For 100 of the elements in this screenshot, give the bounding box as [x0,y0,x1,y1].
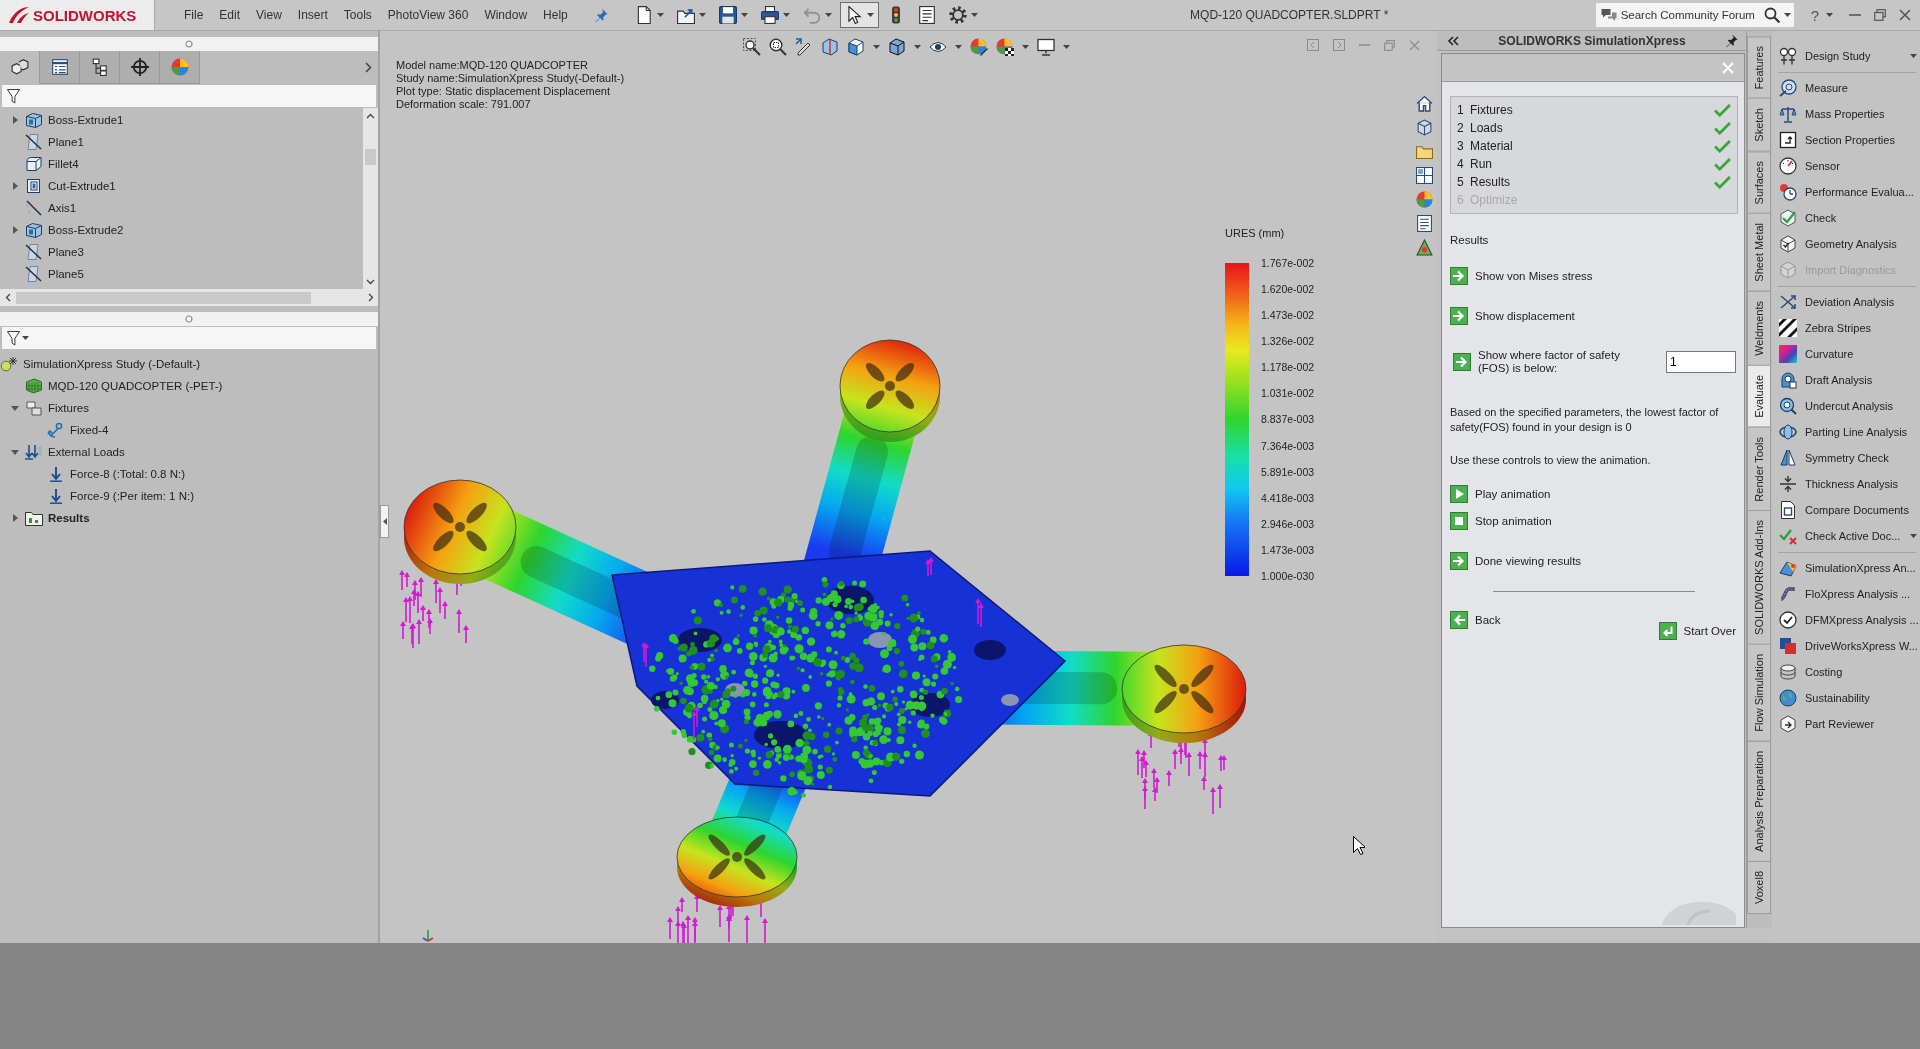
caret-icon[interactable] [955,45,962,49]
tree-item[interactable]: Cut-Extrude1 [5,175,116,197]
command-button[interactable]: Performance Evalua... [1772,179,1920,205]
command-button[interactable]: Measure [1772,75,1920,101]
shaded-cube-icon[interactable] [888,38,906,56]
vertical-scrollbar[interactable] [363,108,378,289]
scrollbar-thumb[interactable] [365,149,376,165]
panel-collapse-tab[interactable] [380,505,389,538]
folder-icon[interactable] [1415,143,1433,160]
menu-item[interactable]: Insert [289,5,336,25]
command-button[interactable]: Sustainability [1772,685,1920,711]
select-button[interactable] [839,2,879,28]
command-button[interactable]: Deviation Analysis [1772,289,1920,315]
caret-icon[interactable] [1063,45,1070,49]
tree-item[interactable]: Force-9 (:Per item: 1 N:) [27,485,194,507]
tree-item[interactable]: External Loads [5,441,125,463]
tree-item[interactable]: Plane1 [5,131,84,153]
horizontal-scrollbar[interactable] [0,289,378,306]
vertical-tab[interactable]: Sheet Metal [1747,213,1771,293]
vertical-tab[interactable]: Weldments [1747,291,1771,366]
panel-tab[interactable] [40,51,80,84]
vertical-tab[interactable]: Voxel8 [1747,860,1771,914]
vertical-tab[interactable]: Features [1747,36,1771,100]
restore-icon[interactable] [1874,9,1886,21]
action-link[interactable]: Done viewing results [1450,552,1582,570]
vertical-tab[interactable]: Flow Simulation [1747,644,1771,743]
magnifier-dashed-icon[interactable] [769,38,787,56]
menu-item[interactable]: Edit [211,5,249,25]
chevron-right-icon[interactable] [368,293,374,302]
action-link[interactable]: Show von Mises stress [1450,267,1593,285]
caret-icon[interactable] [914,45,921,49]
menu-item[interactable]: File [176,5,212,25]
command-button[interactable]: DFMXpress Analysis ... [1772,607,1920,633]
back-button[interactable]: Back [1450,600,1501,640]
step-link[interactable]: Run [1470,157,1714,171]
paint-sphere-icon[interactable] [970,38,988,56]
search-input[interactable]: Search Community Forum [1620,5,1760,25]
pencil-arrow-icon[interactable] [795,38,813,56]
triangle-right-icon[interactable] [12,226,18,234]
chevron-up-icon[interactable] [366,113,375,119]
command-button[interactable]: DriveWorksXpress W... [1772,633,1920,659]
fos-input[interactable]: 1 [1666,351,1736,373]
caret-icon[interactable] [873,45,880,49]
funnel-icon[interactable] [7,330,20,346]
menu-item[interactable]: Window [476,5,536,25]
action-link[interactable]: Show displacement [1450,307,1575,325]
menu-item[interactable]: View [248,5,290,25]
chevron-left-icon[interactable] [5,293,11,302]
command-button[interactable]: Sensor [1772,153,1920,179]
step-link[interactable]: Material [1470,139,1714,153]
command-button[interactable]: SimulationXpress An... [1772,555,1920,581]
vertical-tab[interactable]: SOLIDWORKS Add-Ins [1747,510,1771,646]
chevron-down-icon[interactable] [366,279,375,285]
command-button[interactable]: Draft Analysis [1772,367,1920,393]
menu-item[interactable]: Help [535,5,576,25]
checkered-sphere-icon[interactable] [996,38,1014,56]
tree-item[interactable]: Boss-Extrude1 [5,109,124,131]
search-field[interactable]: Search Community Forum [1595,3,1794,27]
triangle-right-icon[interactable] [12,514,18,522]
command-button[interactable]: Check [1772,205,1920,231]
command-button[interactable]: Curvature [1772,341,1920,367]
caret-icon[interactable] [22,336,29,340]
tree-item[interactable]: Boss-Extrude2 [5,219,124,241]
step-link[interactable]: Fixtures [1470,103,1714,117]
tree-item[interactable]: SimulationXpress Study (-Default-) [0,353,201,375]
view-cube-icon[interactable] [847,38,865,56]
caret-icon[interactable] [1022,45,1029,49]
triangle-right-icon[interactable] [12,182,18,190]
tree-item[interactable]: Fixed-4 [27,419,109,441]
tree-item[interactable]: Results [5,507,90,529]
command-button[interactable]: Part Reviewer [1772,711,1920,737]
filter-field[interactable] [2,327,376,349]
command-button[interactable]: Mass Properties [1772,101,1920,127]
tree-item[interactable]: Fixtures [5,397,89,419]
panel-tab[interactable] [80,51,120,84]
command-button[interactable]: Parting Line Analysis [1772,419,1920,445]
vertical-tab[interactable]: Analysis Preparation [1747,741,1771,862]
menu-item[interactable]: Tools [335,5,380,25]
vertical-tab[interactable]: Surfaces [1747,151,1771,215]
scrollbar-thumb[interactable] [16,291,311,304]
tree-item[interactable]: Fillet4 [5,153,79,175]
pin-icon[interactable] [1725,34,1738,47]
command-button[interactable]: FloXpress Analysis ... [1772,581,1920,607]
splitter-grip-icon[interactable] [185,40,193,48]
panel-tab[interactable] [120,51,160,84]
filter-field[interactable] [2,85,376,107]
triangle-right-icon[interactable] [12,116,18,124]
tree-item[interactable]: Axis1 [5,197,77,219]
command-button[interactable]: Thickness Analysis [1772,471,1920,497]
command-button[interactable]: Geometry Analysis [1772,231,1920,257]
grid-panel-icon[interactable] [1415,167,1433,184]
tree-item[interactable]: MQD-120 QUADCOPTER (-PET-) [5,375,223,397]
action-link[interactable]: Show where factor of safety (FOS) is below: [1453,349,1666,375]
action-link[interactable]: Play animation [1450,485,1552,503]
section-cube-icon[interactable] [821,38,839,56]
funnel-icon[interactable] [7,88,20,104]
chevron-right-icon[interactable] [365,62,372,73]
vertical-tab[interactable]: Sketch [1747,98,1771,153]
step-link[interactable]: Loads [1470,121,1714,135]
close-icon[interactable] [1899,9,1911,21]
